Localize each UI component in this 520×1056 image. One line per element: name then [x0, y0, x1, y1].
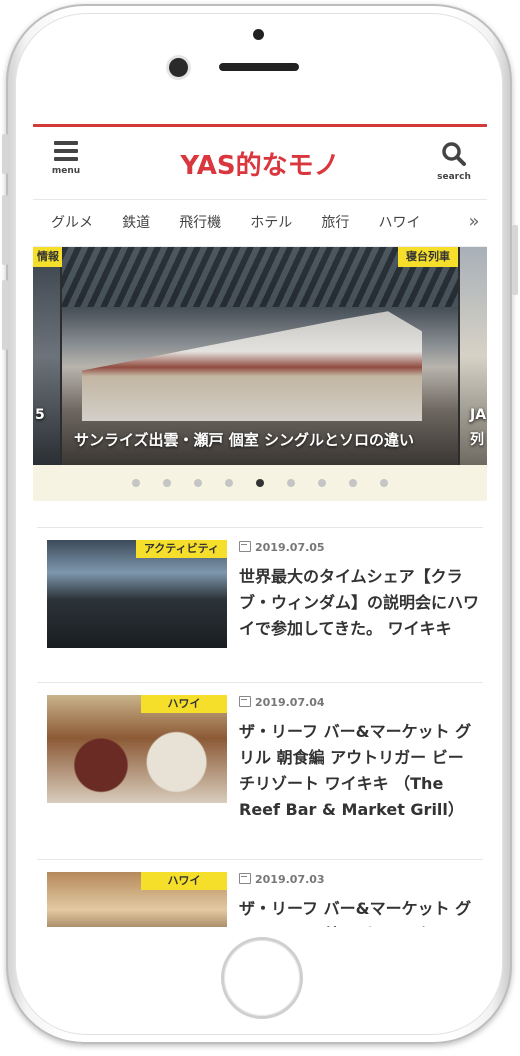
article-item[interactable]: ハワイ 2019.07.04 ザ・リーフ バー&マーケット グリル 朝食編 アウ… — [37, 683, 483, 860]
home-button[interactable] — [221, 937, 303, 1019]
slider-dot[interactable] — [318, 479, 327, 487]
side-button — [2, 280, 8, 350]
current-slide-badge: 寝台列車 — [398, 247, 458, 267]
site-logo[interactable]: YAS的なモノ — [33, 145, 487, 182]
featured-slider[interactable]: 情報 5 寝台列車 サンライズ出雲・瀬戸 個室 シングルとソロの違い JA 列 — [33, 247, 487, 465]
category-badge: ハワイ — [141, 695, 227, 713]
slider-dot[interactable] — [131, 479, 140, 487]
nav-item-airplane[interactable]: 飛行機 — [167, 200, 233, 246]
section-divider — [37, 501, 483, 528]
slider-dot[interactable] — [162, 479, 171, 487]
slider-dot[interactable] — [224, 479, 233, 487]
next-slide-text-2: 列 — [470, 432, 484, 448]
article-date: 2019.07.03 — [239, 873, 325, 886]
earpiece-speaker — [219, 63, 299, 71]
nav-item-hawaii[interactable]: ハワイ — [366, 200, 432, 246]
article-date-text: 2019.07.05 — [255, 541, 325, 554]
search-icon — [442, 142, 466, 166]
slider-dot[interactable] — [349, 479, 358, 487]
calendar-icon — [239, 541, 251, 552]
proximity-sensor — [253, 29, 264, 40]
side-button — [2, 195, 8, 265]
nav-item-travel[interactable]: 旅行 — [309, 200, 361, 246]
category-badge: ハワイ — [141, 872, 227, 890]
slider-dot[interactable] — [287, 479, 296, 487]
front-camera — [169, 58, 188, 77]
slider-pagination — [33, 465, 487, 501]
article-thumbnail[interactable]: アクティビティ — [47, 540, 227, 648]
train-image — [82, 311, 422, 421]
screen: menu YAS的なモノ search グルメ 鉄道 飛行機 ホテル 旅行 ハワ… — [33, 124, 487, 927]
slider-dot[interactable] — [193, 479, 202, 487]
article-item[interactable]: アクティビティ 2019.07.05 世界最大のタイムシェア【クラブ・ウィンダム… — [37, 528, 483, 683]
prev-slide-text: 5 — [35, 407, 45, 423]
prev-slide-badge: 情報 — [33, 247, 63, 267]
slider-dot[interactable] — [380, 479, 389, 487]
calendar-icon — [239, 873, 251, 884]
nav-item-hotel[interactable]: ホテル — [238, 200, 304, 246]
slider-dot-active[interactable] — [256, 479, 264, 487]
search-button[interactable]: search — [431, 141, 477, 182]
article-thumbnail[interactable]: ハワイ — [47, 695, 227, 803]
search-label: search — [437, 172, 471, 182]
nav-item-railway[interactable]: 鉄道 — [110, 200, 162, 246]
article-title[interactable]: 世界最大のタイムシェア【クラブ・ウィンダム】の説明会にハワイで参加してきた。 ワ… — [239, 564, 479, 642]
next-slide-text-1: JA — [470, 407, 487, 423]
article-item[interactable]: ハワイ 2019.07.03 ザ・リーフ バー&マーケット グリル ランチ編 ア… — [37, 860, 483, 927]
category-nav: グルメ 鉄道 飛行機 ホテル 旅行 ハワイ » — [33, 200, 487, 247]
nav-item-gourmet[interactable]: グルメ — [33, 200, 105, 246]
article-date: 2019.07.05 — [239, 541, 325, 554]
category-badge: アクティビティ — [135, 540, 227, 558]
prev-slide[interactable] — [33, 247, 60, 465]
article-date-text: 2019.07.04 — [255, 696, 325, 709]
side-button — [2, 134, 8, 174]
site-header: menu YAS的なモノ search — [33, 127, 487, 200]
side-button — [512, 225, 518, 295]
article-date-text: 2019.07.03 — [255, 873, 325, 886]
article-title[interactable]: ザ・リーフ バー&マーケット グリル ランチ編 アウトリガー — [239, 896, 479, 927]
calendar-icon — [239, 696, 251, 707]
article-thumbnail[interactable]: ハワイ — [47, 872, 227, 927]
nav-more-icon[interactable]: » — [461, 200, 487, 246]
article-title[interactable]: ザ・リーフ バー&マーケット グリル 朝食編 アウトリガー ビーチリゾート ワイ… — [239, 719, 479, 823]
article-date: 2019.07.04 — [239, 696, 325, 709]
current-slide-title: サンライズ出雲・瀬戸 個室 シングルとソロの違い — [74, 431, 414, 449]
